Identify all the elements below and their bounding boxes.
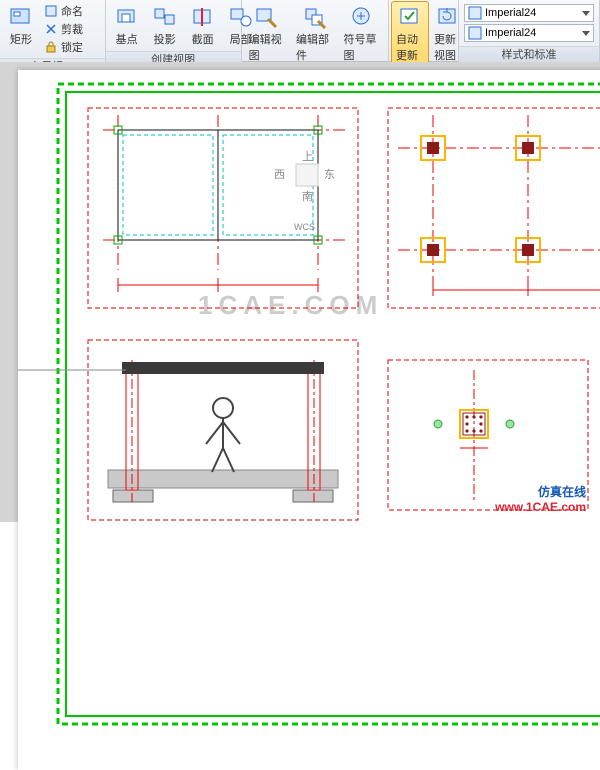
viewcube: 西 东 上 南 WCS: [274, 150, 335, 232]
style-icon: [468, 6, 482, 20]
lock-icon: [44, 40, 58, 54]
panel-title-styles: 样式和标准: [459, 46, 599, 62]
svg-text:上: 上: [302, 150, 313, 163]
chevron-down-icon: [582, 31, 590, 36]
projection-button[interactable]: 投影: [147, 2, 183, 49]
auto-update-button[interactable]: 自动更新: [392, 2, 428, 65]
section-label: 截面: [192, 31, 214, 47]
clip-label: 剪裁: [61, 21, 83, 37]
tag-icon: [44, 4, 58, 18]
style-dropdown-2[interactable]: Imperial24: [464, 24, 594, 42]
panel-create-view: 基点 投影 截面 局部 创建视图: [106, 0, 242, 62]
symbol-icon: [348, 4, 376, 30]
scissors-icon: [44, 22, 58, 36]
panel-modify-view: 编辑视图 编辑部件 符号草图 修改视图: [242, 0, 389, 62]
svg-text:南: 南: [302, 190, 313, 203]
edit-view-label: 编辑视图: [249, 31, 286, 63]
viewport-columns: [388, 108, 600, 308]
projection-label: 投影: [154, 31, 176, 47]
panel-layout-viewport: 矩形 命名 剪裁 锁定 布局视口: [0, 0, 106, 62]
viewport-plan: [88, 108, 358, 308]
edit-component-button[interactable]: 编辑部件: [292, 2, 337, 65]
section-icon: [189, 4, 217, 30]
clip-button[interactable]: 剪裁: [41, 20, 86, 38]
footer-line2: www.1CAE.com: [495, 500, 586, 514]
rectangle-button[interactable]: 矩形: [3, 2, 39, 49]
drawing-svg: 西 东 上 南 WCS: [18, 70, 600, 770]
style1-label: Imperial24: [485, 7, 536, 19]
base-icon: [113, 4, 141, 30]
edit-component-icon: [301, 4, 329, 30]
refresh-icon: [434, 4, 462, 30]
edit-view-button[interactable]: 编辑视图: [245, 2, 290, 65]
paper-sheet: 1CAE.COM: [18, 70, 600, 770]
rectangle-icon: [7, 4, 35, 30]
drawing-canvas[interactable]: 1CAE.COM: [0, 62, 600, 522]
edit-view-icon: [253, 4, 281, 30]
naming-label: 命名: [61, 3, 83, 19]
naming-button[interactable]: 命名: [41, 2, 86, 20]
base-label: 基点: [116, 31, 138, 47]
panel-update: 自动更新 更新视图 更新: [389, 0, 459, 62]
panel-styles: Imperial24 Imperial24 样式和标准: [459, 0, 600, 62]
edit-component-label: 编辑部件: [296, 31, 333, 63]
svg-text:东: 东: [324, 168, 335, 181]
footer-branding: 仿真在线 www.1CAE.com: [495, 483, 586, 514]
ribbon-toolbar: 矩形 命名 剪裁 锁定 布局视口 基点 投影 截面 局部 创建视图 编辑视图 编…: [0, 0, 600, 62]
svg-text:WCS: WCS: [294, 222, 315, 232]
projection-icon: [151, 4, 179, 30]
style2-label: Imperial24: [485, 27, 536, 39]
svg-text:西: 西: [274, 169, 285, 181]
symbol-sketch-button[interactable]: 符号草图: [340, 2, 385, 65]
chevron-down-icon: [582, 11, 590, 16]
update-view-label: 更新视图: [434, 31, 462, 63]
style-dropdown-1[interactable]: Imperial24: [464, 4, 594, 22]
lock-label: 锁定: [61, 39, 83, 55]
section-button[interactable]: 截面: [185, 2, 221, 49]
base-button[interactable]: 基点: [109, 2, 145, 49]
auto-update-icon: [396, 4, 424, 30]
style-icon: [468, 26, 482, 40]
symbol-label: 符号草图: [344, 31, 381, 63]
lock-button[interactable]: 锁定: [41, 38, 86, 56]
auto-update-label: 自动更新: [396, 31, 424, 63]
viewport-elevation: [18, 340, 358, 520]
footer-line1: 仿真在线: [495, 483, 586, 500]
rectangle-label: 矩形: [10, 31, 32, 47]
